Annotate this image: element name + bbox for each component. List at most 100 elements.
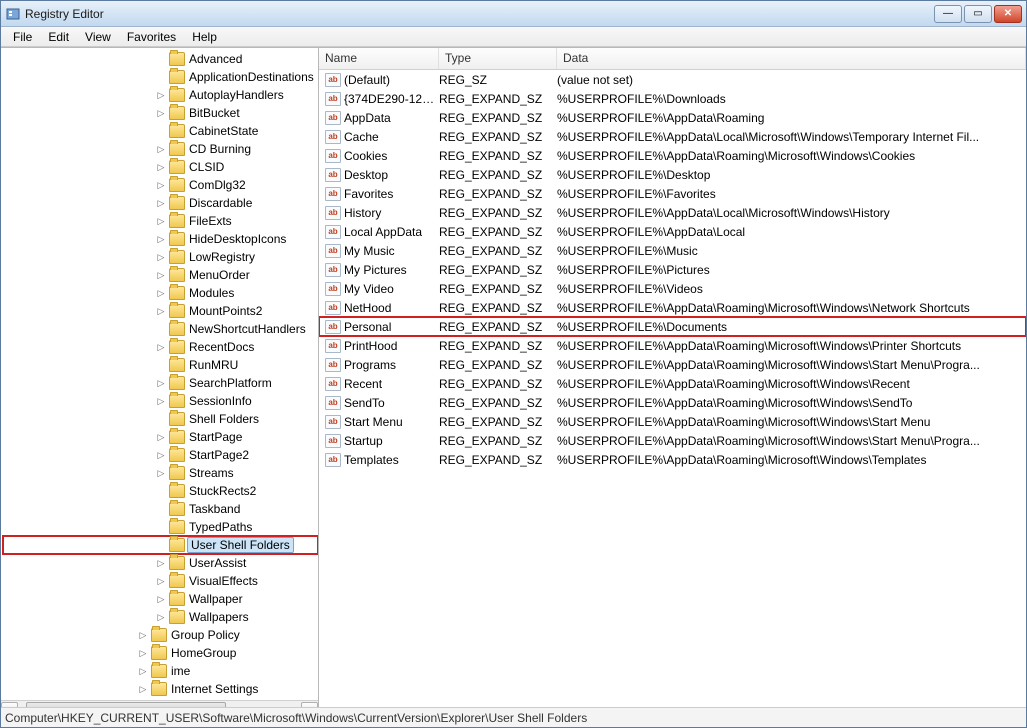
expander-icon[interactable]: ▷	[137, 665, 149, 677]
expander-icon[interactable]: ▷	[155, 143, 167, 155]
col-name[interactable]: Name	[319, 48, 439, 69]
list-row[interactable]: abCookiesREG_EXPAND_SZ%USERPROFILE%\AppD…	[319, 146, 1026, 165]
tree-item[interactable]: ▷Wallpaper	[3, 590, 318, 608]
tree-hscrollbar[interactable]: ◀ ▶	[1, 700, 318, 707]
menu-view[interactable]: View	[77, 28, 119, 46]
tree-item[interactable]: User Shell Folders	[3, 536, 318, 554]
tree-item[interactable]: ▷BitBucket	[3, 104, 318, 122]
expander-icon[interactable]: ▷	[155, 215, 167, 227]
expander-icon[interactable]: ▷	[155, 107, 167, 119]
tree-item[interactable]: ▷StartPage2	[3, 446, 318, 464]
list-row[interactable]: abPersonalREG_EXPAND_SZ%USERPROFILE%\Doc…	[319, 317, 1026, 336]
list-row[interactable]: abDesktopREG_EXPAND_SZ%USERPROFILE%\Desk…	[319, 165, 1026, 184]
tree-item[interactable]: TypedPaths	[3, 518, 318, 536]
expander-icon[interactable]	[155, 503, 167, 515]
list-row[interactable]: abMy VideoREG_EXPAND_SZ%USERPROFILE%\Vid…	[319, 279, 1026, 298]
tree-item[interactable]: ▷MenuOrder	[3, 266, 318, 284]
tree-item[interactable]: ▷CD Burning	[3, 140, 318, 158]
expander-icon[interactable]: ▷	[155, 341, 167, 353]
tree-item[interactable]: ▷VisualEffects	[3, 572, 318, 590]
expander-icon[interactable]: ▷	[155, 287, 167, 299]
tree-item[interactable]: RunMRU	[3, 356, 318, 374]
expander-icon[interactable]	[155, 323, 167, 335]
menu-edit[interactable]: Edit	[40, 28, 77, 46]
expander-icon[interactable]: ▷	[137, 629, 149, 641]
expander-icon[interactable]: ▷	[155, 557, 167, 569]
expander-icon[interactable]	[155, 125, 167, 137]
list-row[interactable]: ab{374DE290-123F...REG_EXPAND_SZ%USERPRO…	[319, 89, 1026, 108]
maximize-button[interactable]: ▭	[964, 5, 992, 23]
expander-icon[interactable]	[155, 413, 167, 425]
scroll-right-button[interactable]: ▶	[301, 702, 318, 708]
tree-item[interactable]: CabinetState	[3, 122, 318, 140]
expander-icon[interactable]	[155, 485, 167, 497]
scroll-thumb[interactable]	[26, 702, 226, 708]
list-row[interactable]: abProgramsREG_EXPAND_SZ%USERPROFILE%\App…	[319, 355, 1026, 374]
list-row[interactable]: abNetHoodREG_EXPAND_SZ%USERPROFILE%\AppD…	[319, 298, 1026, 317]
list-row[interactable]: abPrintHoodREG_EXPAND_SZ%USERPROFILE%\Ap…	[319, 336, 1026, 355]
menu-favorites[interactable]: Favorites	[119, 28, 184, 46]
expander-icon[interactable]: ▷	[155, 431, 167, 443]
minimize-button[interactable]: —	[934, 5, 962, 23]
expander-icon[interactable]: ▷	[155, 395, 167, 407]
tree-item[interactable]: ApplicationDestinations	[3, 68, 318, 86]
expander-icon[interactable]: ▷	[155, 233, 167, 245]
tree-item[interactable]: NewShortcutHandlers	[3, 320, 318, 338]
menu-file[interactable]: File	[5, 28, 40, 46]
expander-icon[interactable]: ▷	[137, 647, 149, 659]
tree-item[interactable]: Advanced	[3, 50, 318, 68]
close-button[interactable]: ✕	[994, 5, 1022, 23]
tree-item[interactable]: ▷Streams	[3, 464, 318, 482]
tree-item[interactable]: ▷MountPoints2	[3, 302, 318, 320]
expander-icon[interactable]: ▷	[155, 197, 167, 209]
tree-item[interactable]: ▷HomeGroup	[3, 644, 318, 662]
expander-icon[interactable]: ▷	[155, 269, 167, 281]
expander-icon[interactable]	[155, 359, 167, 371]
tree-item[interactable]: ▷Internet Settings	[3, 680, 318, 698]
list-row[interactable]: abLocal AppDataREG_EXPAND_SZ%USERPROFILE…	[319, 222, 1026, 241]
expander-icon[interactable]	[155, 521, 167, 533]
expander-icon[interactable]: ▷	[155, 611, 167, 623]
tree-item[interactable]: ▷UserAssist	[3, 554, 318, 572]
tree-item[interactable]: ▷FileExts	[3, 212, 318, 230]
tree-item[interactable]: ▷LowRegistry	[3, 248, 318, 266]
expander-icon[interactable]: ▷	[155, 449, 167, 461]
expander-icon[interactable]: ▷	[155, 575, 167, 587]
tree-item[interactable]: ▷RecentDocs	[3, 338, 318, 356]
tree-item[interactable]: ▷AutoplayHandlers	[3, 86, 318, 104]
list-row[interactable]: abStartupREG_EXPAND_SZ%USERPROFILE%\AppD…	[319, 431, 1026, 450]
expander-icon[interactable]: ▷	[155, 251, 167, 263]
expander-icon[interactable]	[155, 71, 167, 83]
tree-item[interactable]: Shell Folders	[3, 410, 318, 428]
titlebar[interactable]: Registry Editor — ▭ ✕	[1, 1, 1026, 27]
tree-item[interactable]: ▷HideDesktopIcons	[3, 230, 318, 248]
list-pane[interactable]: Name Type Data ab(Default)REG_SZ(value n…	[319, 48, 1026, 707]
menu-help[interactable]: Help	[184, 28, 225, 46]
expander-icon[interactable]: ▷	[155, 179, 167, 191]
tree-item[interactable]: ▷ComDlg32	[3, 176, 318, 194]
expander-icon[interactable]: ▷	[155, 593, 167, 605]
list-row[interactable]: abMy PicturesREG_EXPAND_SZ%USERPROFILE%\…	[319, 260, 1026, 279]
list-row[interactable]: abCacheREG_EXPAND_SZ%USERPROFILE%\AppDat…	[319, 127, 1026, 146]
expander-icon[interactable]: ▷	[137, 683, 149, 695]
list-row[interactable]: abTemplatesREG_EXPAND_SZ%USERPROFILE%\Ap…	[319, 450, 1026, 469]
list-row[interactable]: abFavoritesREG_EXPAND_SZ%USERPROFILE%\Fa…	[319, 184, 1026, 203]
tree-item[interactable]: ▷Modules	[3, 284, 318, 302]
list-row[interactable]: abSendToREG_EXPAND_SZ%USERPROFILE%\AppDa…	[319, 393, 1026, 412]
list-row[interactable]: abMy MusicREG_EXPAND_SZ%USERPROFILE%\Mus…	[319, 241, 1026, 260]
expander-icon[interactable]: ▷	[155, 161, 167, 173]
col-data[interactable]: Data	[557, 48, 1026, 69]
list-row[interactable]: abAppDataREG_EXPAND_SZ%USERPROFILE%\AppD…	[319, 108, 1026, 127]
list-row[interactable]: abHistoryREG_EXPAND_SZ%USERPROFILE%\AppD…	[319, 203, 1026, 222]
list-row[interactable]: ab(Default)REG_SZ(value not set)	[319, 70, 1026, 89]
expander-icon[interactable]: ▷	[155, 305, 167, 317]
expander-icon[interactable]: ▷	[155, 377, 167, 389]
expander-icon[interactable]	[155, 53, 167, 65]
expander-icon[interactable]	[155, 539, 167, 551]
tree-item[interactable]: ▷Wallpapers	[3, 608, 318, 626]
tree-item[interactable]: StuckRects2	[3, 482, 318, 500]
expander-icon[interactable]: ▷	[155, 89, 167, 101]
tree-pane[interactable]: AdvancedApplicationDestinations▷Autoplay…	[1, 48, 319, 707]
tree-item[interactable]: Taskband	[3, 500, 318, 518]
tree-item[interactable]: ▷Group Policy	[3, 626, 318, 644]
